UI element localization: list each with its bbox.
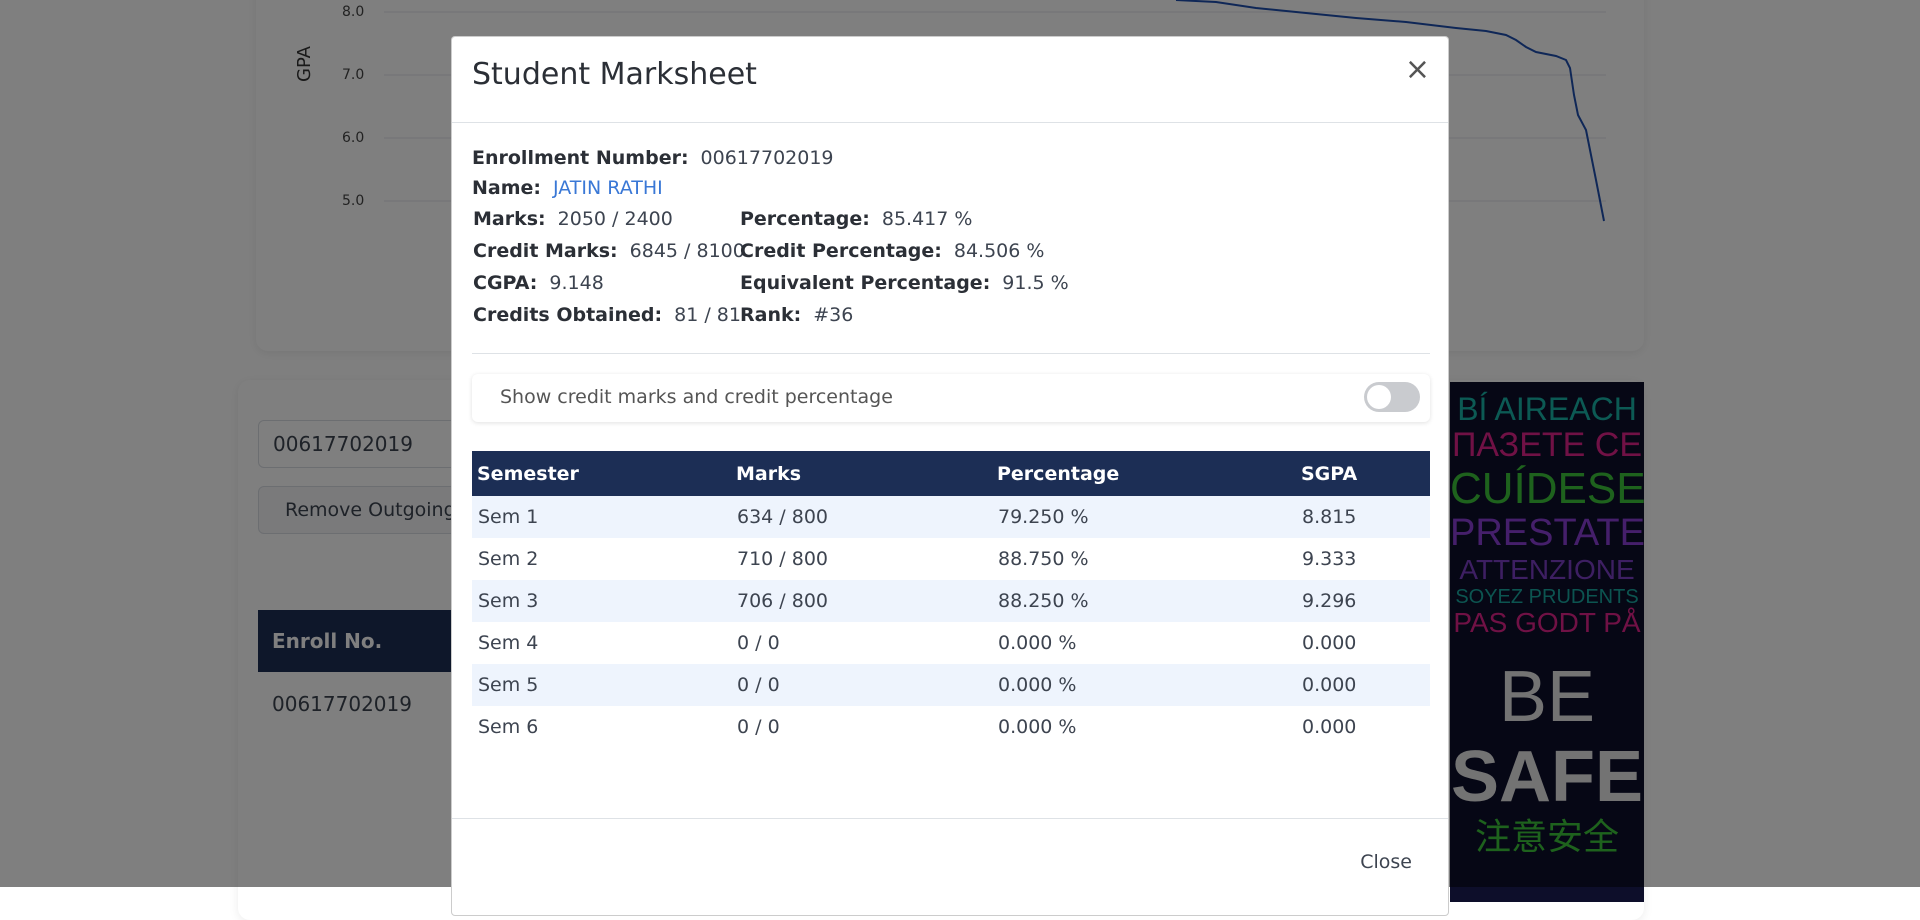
semester-table: Semester Marks Percentage SGPA Sem 1 634… [472, 451, 1430, 748]
cell-percentage: 0.000 % [992, 664, 1296, 706]
rank-value: #36 [813, 304, 854, 326]
equivalent-percentage-label: Equivalent Percentage: [740, 272, 991, 294]
cell-sgpa: 8.815 [1296, 496, 1430, 538]
marks-value: 2050 / 2400 [557, 208, 673, 230]
cell-semester: Sem 4 [472, 622, 731, 664]
cell-marks: 710 / 800 [731, 538, 992, 580]
cgpa-label: CGPA: [473, 272, 538, 294]
table-header-row: Semester Marks Percentage SGPA [472, 451, 1430, 496]
equivalent-percentage: Equivalent Percentage: 91.5 % [740, 272, 1069, 294]
enrollment-number-value: 00617702019 [700, 147, 834, 169]
enrollment-number-label: Enrollment Number: [472, 147, 689, 169]
cell-semester: Sem 5 [472, 664, 731, 706]
cell-sgpa: 0.000 [1296, 706, 1430, 748]
credit-toggle-switch[interactable] [1364, 382, 1420, 412]
cell-sgpa: 9.333 [1296, 538, 1430, 580]
cgpa: CGPA: 9.148 [473, 272, 604, 294]
cell-marks: 706 / 800 [731, 580, 992, 622]
header-marks: Marks [731, 451, 992, 496]
enrollment-number: Enrollment Number: 00617702019 [472, 147, 834, 169]
modal-title: Student Marksheet [472, 57, 757, 92]
cell-semester: Sem 3 [472, 580, 731, 622]
cell-percentage: 88.250 % [992, 580, 1296, 622]
name-label: Name: [472, 177, 542, 199]
credit-percentage-label: Credit Percentage: [740, 240, 942, 262]
cell-marks: 0 / 0 [731, 706, 992, 748]
credit-percentage: Credit Percentage: 84.506 % [740, 240, 1044, 262]
cell-sgpa: 0.000 [1296, 622, 1430, 664]
close-button[interactable]: Close [1360, 851, 1412, 873]
header-semester: Semester [472, 451, 731, 496]
cell-marks: 0 / 0 [731, 664, 992, 706]
student-marksheet-modal: Student Marksheet × Enrollment Number: 00… [451, 36, 1449, 916]
credits-obtained-label: Credits Obtained: [473, 304, 663, 326]
marks-label: Marks: [473, 208, 546, 230]
header-sgpa: SGPA [1296, 451, 1430, 496]
cell-percentage: 0.000 % [992, 622, 1296, 664]
student-name: Name: JATIN RATHI [472, 177, 663, 199]
percentage-value: 85.417 % [881, 208, 973, 230]
modal-footer: Close [452, 818, 1448, 919]
modal-header: Student Marksheet × [452, 37, 1448, 123]
credit-toggle-row: Show credit marks and credit percentage [472, 374, 1430, 422]
percentage: Percentage: 85.417 % [740, 208, 972, 230]
credit-marks: Credit Marks: 6845 / 8100 [473, 240, 745, 262]
close-icon[interactable]: × [1405, 55, 1430, 85]
toggle-knob [1367, 385, 1391, 409]
credits-obtained: Credits Obtained: 81 / 81 [473, 304, 741, 326]
cell-marks: 0 / 0 [731, 622, 992, 664]
rank-label: Rank: [740, 304, 802, 326]
marks: Marks: 2050 / 2400 [473, 208, 673, 230]
header-percentage: Percentage [992, 451, 1296, 496]
percentage-label: Percentage: [740, 208, 870, 230]
cell-sgpa: 0.000 [1296, 664, 1430, 706]
table-row: Sem 1 634 / 800 79.250 % 8.815 [472, 496, 1430, 538]
cell-semester: Sem 2 [472, 538, 731, 580]
cell-percentage: 79.250 % [992, 496, 1296, 538]
cell-percentage: 88.750 % [992, 538, 1296, 580]
equivalent-percentage-value: 91.5 % [1002, 272, 1069, 294]
credit-marks-label: Credit Marks: [473, 240, 618, 262]
rank: Rank: #36 [740, 304, 853, 326]
table-row: Sem 2 710 / 800 88.750 % 9.333 [472, 538, 1430, 580]
student-name-link[interactable]: JATIN RATHI [553, 177, 663, 199]
credit-toggle-label: Show credit marks and credit percentage [500, 386, 893, 408]
table-row: Sem 4 0 / 0 0.000 % 0.000 [472, 622, 1430, 664]
credit-percentage-value: 84.506 % [953, 240, 1045, 262]
cell-marks: 634 / 800 [731, 496, 992, 538]
table-row: Sem 5 0 / 0 0.000 % 0.000 [472, 664, 1430, 706]
credit-marks-value: 6845 / 8100 [629, 240, 745, 262]
cell-semester: Sem 6 [472, 706, 731, 748]
cell-semester: Sem 1 [472, 496, 731, 538]
cell-sgpa: 9.296 [1296, 580, 1430, 622]
credits-obtained-value: 81 / 81 [674, 304, 741, 326]
table-row: Sem 3 706 / 800 88.250 % 9.296 [472, 580, 1430, 622]
section-divider [472, 353, 1430, 354]
cgpa-value: 9.148 [549, 272, 604, 294]
table-row: Sem 6 0 / 0 0.000 % 0.000 [472, 706, 1430, 748]
cell-percentage: 0.000 % [992, 706, 1296, 748]
